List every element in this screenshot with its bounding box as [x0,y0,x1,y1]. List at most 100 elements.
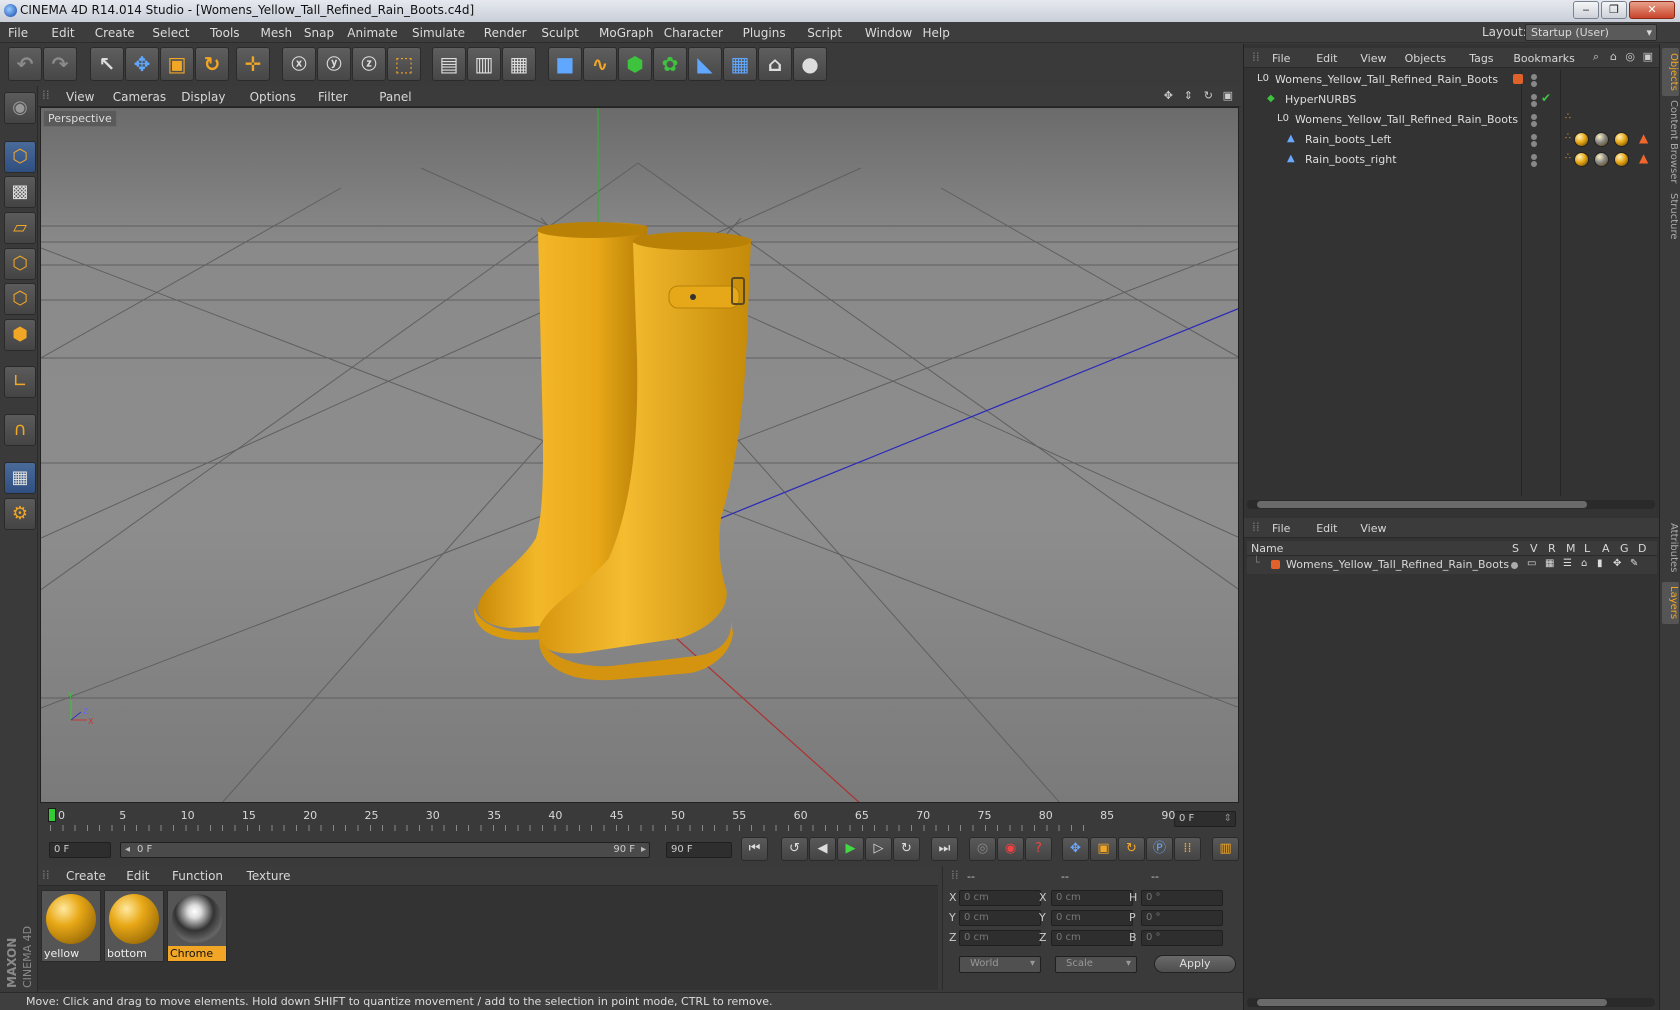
edges-mode-icon[interactable]: ⬡ [4,283,36,315]
layer-scrollbar[interactable] [1247,998,1655,1007]
layer-menu-file[interactable]: File [1272,522,1290,535]
live-selection-icon[interactable]: ↖ [90,47,124,81]
playhead[interactable] [48,808,56,822]
object-row[interactable]: L0 Womens_Yellow_Tall_Refined_Rain_Boots [1247,70,1657,89]
menu-snap[interactable]: Snap [304,26,334,40]
previous-key-icon[interactable]: ↺ [781,837,808,861]
menu-help[interactable]: Help [923,26,950,40]
current-frame-field[interactable]: 0 F ⇕ [1174,811,1236,827]
render-visibility-dot[interactable] [1531,161,1537,167]
spline-icon[interactable]: ∿ [583,47,617,81]
viewport-menu-view[interactable]: View [66,90,94,104]
layer-flag-column[interactable]: A [1602,542,1610,555]
scrollbar-thumb[interactable] [1257,501,1587,508]
menu-tools[interactable]: Tools [210,26,240,40]
layer-color-swatch[interactable] [1271,560,1280,569]
render-picture-viewer-icon[interactable]: ▥ [467,47,501,81]
tab-objects[interactable]: Objects [1662,48,1679,96]
menu-render[interactable]: Render [484,26,527,40]
next-key-icon[interactable]: ↻ [893,837,920,861]
x-axis-lock-icon[interactable]: ⓧ [282,47,316,81]
minimize-button[interactable]: ‒ [1573,1,1599,19]
record-parameter-icon[interactable]: Ⓟ [1146,837,1173,861]
layer-name[interactable]: Womens_Yellow_Tall_Refined_Rain_Boots [1286,558,1509,571]
array-icon[interactable]: ✿ [653,47,687,81]
layer-flag-column[interactable]: S [1512,542,1519,555]
play-icon[interactable]: ▶ [837,837,864,861]
editor-visibility-dot[interactable] [1531,134,1537,140]
coordinate-field[interactable]: 0 cm [1051,890,1133,906]
menu-mograph[interactable]: MoGraph [599,26,654,40]
menu-create[interactable]: Create [95,26,135,40]
next-frame-icon[interactable]: ▷ [865,837,892,861]
axis-mode-icon[interactable]: ∟ [4,366,36,398]
menu-character[interactable]: Character [664,26,723,40]
phong-tag-icon[interactable]: ∴ [1565,152,1571,162]
object-menu-view[interactable]: View [1360,52,1386,65]
layer-menu-edit[interactable]: Edit [1316,522,1337,535]
material-menu-edit[interactable]: Edit [126,869,149,883]
z-axis-lock-icon[interactable]: ⓩ [352,47,386,81]
size-mode-select[interactable]: Scale ▾ [1055,956,1137,973]
object-row[interactable]: ▲ Rain_boots_Left ∴ ▲ [1247,130,1657,149]
previous-frame-icon[interactable]: ◀ [809,837,836,861]
texture-mode-icon[interactable]: ▩ [4,176,36,208]
y-axis-lock-icon[interactable]: ⓨ [317,47,351,81]
generators-icon[interactable]: ✥ [1613,558,1621,569]
menu-window[interactable]: Window [865,26,912,40]
object-name[interactable]: HyperNURBS [1285,93,1356,106]
tab-content-browser[interactable]: Content Browser [1662,100,1679,184]
camera-icon[interactable]: ⌂ [758,47,792,81]
tab-attributes[interactable]: Attributes [1662,518,1679,578]
texture-tag-icon[interactable] [1594,132,1609,147]
tweak-mode-icon[interactable]: ∩ [4,414,36,446]
scrollbar-thumb[interactable] [1257,999,1607,1006]
lock-icon[interactable]: ⌂ [1581,558,1587,569]
cube-object-icon[interactable]: ■ [548,47,582,81]
locked-workplane-icon[interactable]: ⚙ [4,498,36,530]
solo-toggle[interactable] [1511,562,1518,569]
timeline-scheme-icon[interactable]: ▥ [1212,837,1239,861]
coordinate-field[interactable]: 0 cm [1051,910,1133,926]
editor-visibility-dot[interactable] [1531,154,1537,160]
manager-icon[interactable]: ☰ [1563,558,1572,569]
timeline-ruler[interactable]: 0 F ⇕ 0 5 10 15 20 25 30 35 40 45 50 55 60 65 70 75 80 85 9… [38,805,1241,833]
object-menu-file[interactable]: File [1272,52,1290,65]
menu-sculpt[interactable]: Sculpt [541,26,578,40]
layer-flag-column[interactable]: M [1566,542,1576,555]
viewport-menu-cameras[interactable]: Cameras [113,90,166,104]
coordinate-system-icon[interactable]: ⬚ [387,47,421,81]
object-menu-bookmarks[interactable]: Bookmarks [1513,52,1574,65]
floor-icon[interactable]: ▦ [723,47,757,81]
object-name[interactable]: Womens_Yellow_Tall_Refined_Rain_Boots [1295,113,1518,126]
undo-icon[interactable]: ↶ [8,47,42,81]
layer-flag-column[interactable]: R [1548,542,1556,555]
layer-flag-column[interactable]: V [1530,542,1538,555]
go-to-start-icon[interactable]: ⏮ [741,837,768,861]
close-button[interactable]: ✕ [1629,1,1675,19]
layer-flag-column[interactable]: L [1584,542,1590,555]
menu-script[interactable]: Script [807,26,842,40]
phong-tag-icon[interactable]: ∴ [1565,112,1571,122]
object-row[interactable]: ▲ Rain_boots_right ∴ ▲ [1247,150,1657,169]
texture-tag-icon[interactable] [1614,132,1629,147]
object-menu-objects[interactable]: Objects [1405,52,1447,65]
viewport-menu-panel[interactable]: Panel [379,90,411,104]
phong-tag-icon[interactable]: ∴ [1565,132,1571,142]
layer-flag-column[interactable]: G [1620,542,1629,555]
record-scale-icon[interactable]: ▣ [1090,837,1117,861]
object-scrollbar[interactable] [1247,500,1655,509]
object-name[interactable]: Rain_boots_Left [1305,133,1391,146]
object-row[interactable]: L0 Womens_Yellow_Tall_Refined_Rain_Boots ∴ [1247,110,1657,129]
material-menu-create[interactable]: Create [66,869,106,883]
viewport-menu-display[interactable]: Display [181,90,225,104]
new-window-icon[interactable]: ▣ [1643,50,1653,63]
material-menu-texture[interactable]: Texture [247,869,291,883]
menu-animate[interactable]: Animate [347,26,397,40]
deformers-icon[interactable]: ✎ [1630,558,1638,569]
light-icon[interactable]: ● [793,47,827,81]
recent-tool-icon[interactable]: ✛ [236,47,270,81]
rotate-tool-icon[interactable]: ↻ [195,47,229,81]
enabled-check-icon[interactable]: ✔ [1541,91,1551,105]
viewport-zoom-icon[interactable]: ⇕ [1184,89,1193,102]
